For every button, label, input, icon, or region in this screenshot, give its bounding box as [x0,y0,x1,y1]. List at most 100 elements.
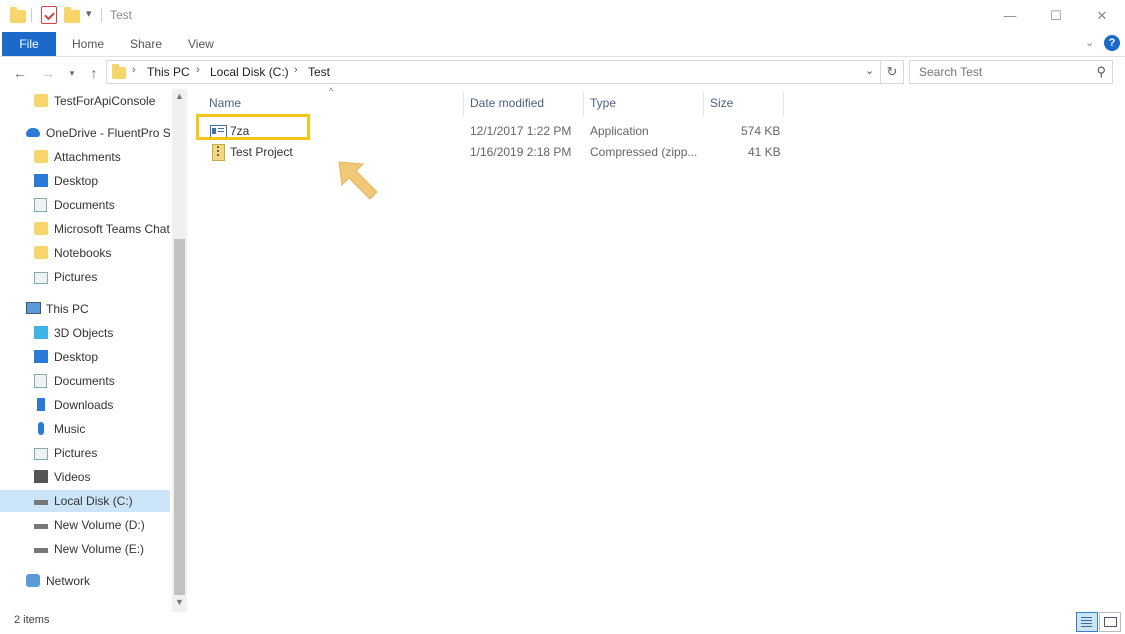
chevron-right-icon[interactable]: › [294,64,298,76]
column-divider[interactable] [583,92,584,116]
sidebar-item[interactable]: Notebooks [0,242,170,264]
sidebar-item[interactable]: Documents [0,370,170,392]
sidebar-item[interactable]: Local Disk (C:) [0,490,170,512]
sidebar-item-label: New Volume (E:) [54,542,145,556]
tab-file[interactable]: File [2,32,56,56]
file-type: Application [590,124,649,138]
column-header-name[interactable]: Name [209,95,241,115]
breadcrumb-local-disk[interactable]: Local Disk (C:) [210,65,289,79]
address-bar[interactable]: › This PC › Local Disk (C:) › Test ⌄ [106,60,881,84]
sidebar-item[interactable]: New Volume (D:) [0,514,170,536]
highlight-box [196,114,310,140]
sidebar-item-label: TestForApiConsole [54,94,156,108]
back-icon[interactable]: ← [10,63,30,83]
new-folder-icon[interactable] [64,7,80,23]
sidebar-item[interactable]: Network [0,570,170,592]
sidebar-item[interactable]: Desktop [0,170,170,192]
sidebar-item[interactable]: Videos [0,466,170,488]
scroll-down-icon[interactable]: ▼ [175,597,184,607]
folder-icon [34,150,48,163]
file-date: 12/1/2017 1:22 PM [470,124,572,138]
sidebar-item[interactable]: Pictures [0,266,170,288]
column-header-size[interactable]: Size [710,95,733,115]
folder-icon [34,94,48,107]
sidebar-item[interactable]: Pictures [0,442,170,464]
pictures-icon [34,272,48,284]
cube-icon [34,326,48,339]
sidebar-item[interactable]: Downloads [0,394,170,416]
expand-ribbon-icon[interactable]: ⌄ [1085,36,1094,49]
refresh-button[interactable]: ↻ [880,60,904,84]
refresh-icon: ↻ [886,64,898,79]
divider [101,8,102,22]
scrollbar-thumb[interactable] [174,239,185,595]
title-bar: ▾ Test — ☐ ✕ [0,0,1125,32]
file-type: Compressed (zipp... [590,145,698,159]
documents-icon [34,374,47,388]
drive-icon [34,524,48,529]
drive-icon [34,548,48,553]
large-icons-view-button[interactable] [1099,612,1121,632]
column-divider[interactable] [783,92,784,116]
search-icon: ⚲ [1096,64,1106,79]
sidebar-item[interactable]: Music [0,418,170,440]
cloud-icon [26,128,40,137]
status-bar: 2 items [0,612,1125,634]
sidebar-item[interactable]: Documents [0,194,170,216]
minimize-button[interactable]: — [987,0,1033,31]
breadcrumb-this-pc[interactable]: This PC [147,65,190,79]
navigation-pane: TestForApiConsole OneDrive - FluentPro Sc… [0,89,187,604]
file-size: 41 KB [748,145,781,159]
sidebar-item[interactable]: Microsoft Teams Chat [0,218,170,240]
sidebar-item[interactable]: Attachments [0,146,170,168]
sidebar-item-label: Documents [54,198,115,212]
forward-icon[interactable]: → [38,63,58,83]
tab-view[interactable]: View [176,32,226,56]
item-count: 2 items [14,614,50,626]
sidebar-scrollbar[interactable]: ▲ ▼ [172,89,187,613]
sidebar-item[interactable]: TestForApiConsole [0,90,170,112]
sidebar-item[interactable]: This PC [0,298,170,320]
folder-icon [34,222,48,235]
window-title: Test [110,8,133,22]
help-icon[interactable]: ? [1104,35,1120,51]
sidebar-item[interactable]: OneDrive - FluentPro Sc [0,122,170,144]
sidebar-item-label: Downloads [54,398,114,412]
breadcrumb-test[interactable]: Test [308,65,330,79]
file-date: 1/16/2019 2:18 PM [470,145,572,159]
file-row-test-project[interactable]: Test Project 1/16/2019 2:18 PM Compresse… [204,142,784,162]
column-divider[interactable] [703,92,704,116]
details-view-button[interactable] [1076,612,1098,632]
scroll-up-icon[interactable]: ▲ [175,91,184,101]
search-placeholder: Search Test [919,65,983,79]
zip-folder-icon [212,144,225,161]
customize-toolbar-icon[interactable]: ▾ [86,7,92,20]
tab-share[interactable]: Share [118,32,174,56]
sidebar-item[interactable]: New Volume (E:) [0,538,170,560]
maximize-button[interactable]: ☐ [1033,0,1079,31]
chevron-right-icon[interactable]: › [132,64,136,76]
recent-locations-icon[interactable]: ▾ [62,63,82,83]
close-button[interactable]: ✕ [1079,0,1125,31]
tab-home[interactable]: Home [60,32,116,56]
folder-icon [34,246,48,259]
sidebar-item[interactable]: Desktop [0,346,170,368]
column-divider[interactable] [463,92,464,116]
chevron-down-icon[interactable]: ⌄ [865,64,874,77]
chevron-right-icon[interactable]: › [196,64,200,76]
divider [31,8,32,22]
file-name: Test Project [230,145,293,159]
sidebar-item-label: OneDrive - FluentPro Sc [46,126,170,140]
properties-icon[interactable] [41,6,57,24]
sidebar-item[interactable]: 3D Objects [0,322,170,344]
sidebar-item-label: Videos [54,470,91,484]
file-size: 574 KB [741,124,781,138]
search-input[interactable]: Search Test ⚲ [909,60,1113,84]
video-icon [34,470,48,483]
sidebar-item-label: 3D Objects [54,326,114,340]
column-header-type[interactable]: Type [590,95,616,115]
up-icon[interactable]: ↑ [84,63,104,83]
sidebar-item-label: Pictures [54,446,98,460]
sidebar-item-label: Notebooks [54,246,112,260]
column-header-date-modified[interactable]: Date modified [470,95,544,115]
